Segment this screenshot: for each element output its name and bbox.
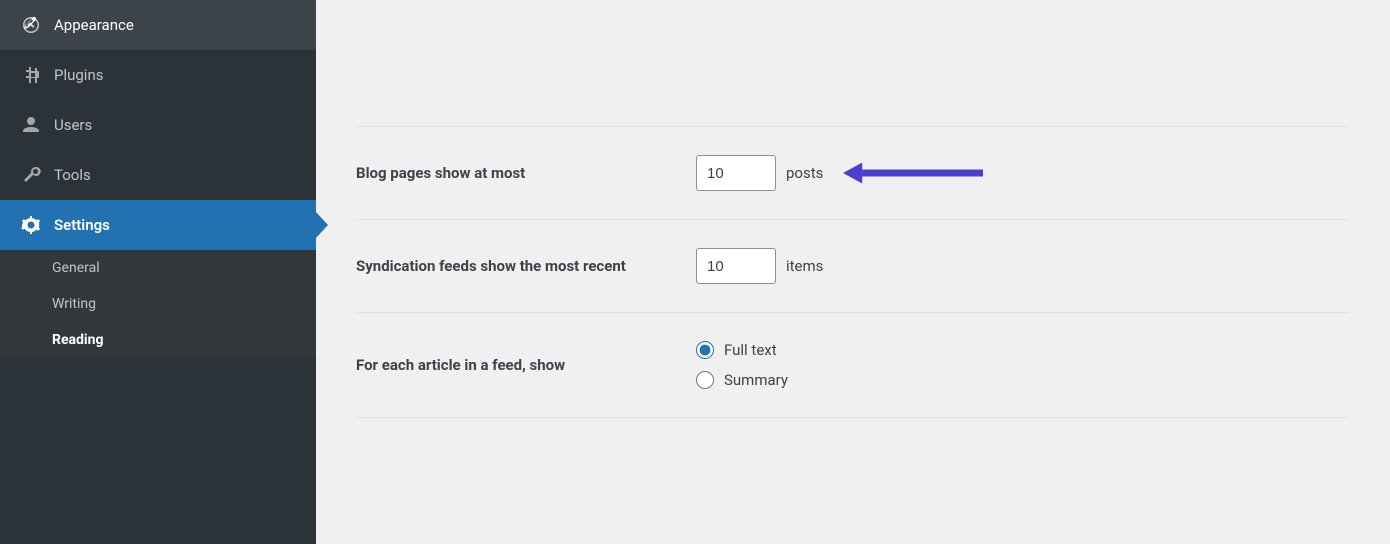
summary-option[interactable]: Summary: [696, 371, 788, 389]
sidebar-item-tools-label: Tools: [54, 166, 91, 184]
sidebar-item-appearance[interactable]: Appearance: [0, 0, 316, 50]
syndication-control: items: [696, 248, 1350, 284]
syndication-row: Syndication feeds show the most recent i…: [356, 220, 1350, 313]
settings-icon: [20, 214, 42, 236]
submenu-item-reading[interactable]: Reading: [0, 322, 316, 358]
submenu-item-reading-label: Reading: [52, 332, 103, 348]
feed-article-control: Full text Summary: [696, 341, 1350, 389]
sidebar-item-appearance-label: Appearance: [54, 16, 134, 34]
syndication-input[interactable]: [696, 248, 776, 284]
arrow-icon: [843, 159, 983, 187]
feed-article-row: For each article in a feed, show Full te…: [356, 313, 1350, 418]
summary-label: Summary: [724, 371, 788, 389]
sidebar-item-users[interactable]: Users: [0, 100, 316, 150]
sidebar-item-settings[interactable]: Settings: [0, 200, 316, 250]
settings-submenu: General Writing Reading: [0, 250, 316, 358]
sidebar-item-plugins-label: Plugins: [54, 66, 103, 84]
users-icon: [20, 114, 42, 136]
syndication-unit: items: [786, 257, 823, 275]
sidebar-item-plugins[interactable]: Plugins: [0, 50, 316, 100]
tools-icon: [20, 164, 42, 186]
plugins-icon: [20, 64, 42, 86]
syndication-label: Syndication feeds show the most recent: [356, 255, 696, 278]
appearance-icon: [20, 14, 42, 36]
sidebar-item-users-label: Users: [54, 116, 92, 134]
summary-radio[interactable]: [696, 371, 714, 389]
submenu-item-general[interactable]: General: [0, 250, 316, 286]
blog-pages-control: posts: [696, 155, 1350, 191]
full-text-radio[interactable]: [696, 341, 714, 359]
feed-article-radio-group: Full text Summary: [696, 341, 788, 389]
submenu-item-writing[interactable]: Writing: [0, 286, 316, 322]
sidebar: Appearance Plugins Users Tools: [0, 0, 316, 544]
main-content: Blog pages show at most posts Syndicatio…: [316, 0, 1390, 544]
feed-article-label: For each article in a feed, show: [356, 354, 696, 377]
sidebar-item-settings-label: Settings: [54, 216, 110, 234]
blog-pages-input[interactable]: [696, 155, 776, 191]
arrow-annotation: [843, 159, 983, 187]
full-text-label: Full text: [724, 341, 777, 359]
sidebar-item-tools[interactable]: Tools: [0, 150, 316, 200]
submenu-item-general-label: General: [52, 260, 100, 276]
full-text-option[interactable]: Full text: [696, 341, 788, 359]
submenu-item-writing-label: Writing: [52, 296, 96, 312]
blog-pages-label: Blog pages show at most: [356, 162, 696, 185]
blog-pages-unit: posts: [786, 164, 823, 182]
blog-pages-row: Blog pages show at most posts: [356, 126, 1350, 220]
